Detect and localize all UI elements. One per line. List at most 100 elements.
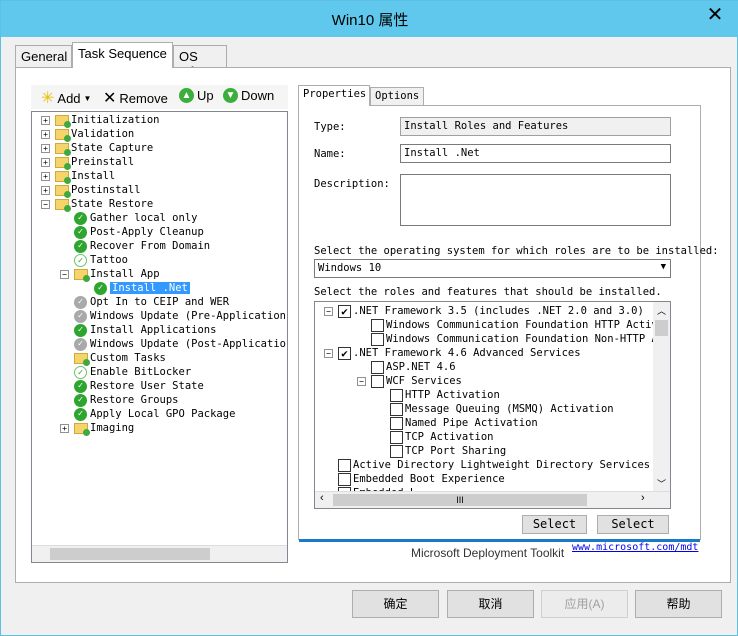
up-button[interactable]: ▲ Up: [179, 88, 214, 103]
role-checkbox[interactable]: [338, 458, 351, 472]
tree-item[interactable]: + Postinstall: [41, 183, 141, 198]
expand-icon[interactable]: +: [60, 423, 69, 433]
expand-icon[interactable]: +: [41, 129, 50, 139]
tree-item[interactable]: + State Capture: [41, 141, 154, 156]
remove-button[interactable]: ✕ Remove: [103, 88, 168, 108]
role-checkbox[interactable]: [390, 416, 403, 430]
tree-item[interactable]: − Install App: [60, 267, 160, 282]
role-checkbox[interactable]: [371, 332, 384, 346]
mdt-link[interactable]: www.microsoft.com/mdt: [572, 542, 698, 553]
scroll-thumb[interactable]: [50, 548, 210, 560]
tree-item[interactable]: ✓ Restore User State: [74, 379, 204, 393]
tree-item[interactable]: ✓ Opt In to CEIP and WER: [74, 295, 229, 309]
role-item[interactable]: TCP Port Sharing: [390, 444, 506, 458]
add-button[interactable]: ✳ Add ▼: [41, 88, 91, 108]
tree-item[interactable]: ✓ Enable BitLocker: [74, 365, 191, 379]
role-item[interactable]: HTTP Activation: [390, 388, 500, 402]
role-checkbox[interactable]: [338, 472, 351, 486]
roles-vertical-scrollbar[interactable]: ︿ ﹀: [653, 302, 670, 492]
role-item[interactable]: Windows Communication Foundation HTTP Ac…: [371, 318, 670, 332]
role-item[interactable]: − ✔ .NET Framework 4.6 Advanced Services: [324, 346, 581, 360]
name-input[interactable]: Install .Net: [400, 144, 671, 163]
collapse-icon[interactable]: −: [324, 306, 333, 316]
tree-item[interactable]: + Initialization: [41, 113, 160, 128]
role-item[interactable]: Message Queuing (MSMQ) Activation: [390, 402, 614, 416]
tree-item[interactable]: + Imaging: [60, 421, 134, 436]
arrow-down-icon: ▼: [223, 88, 238, 103]
check-icon: ✓: [74, 253, 87, 267]
expand-icon[interactable]: +: [41, 143, 50, 153]
os-select[interactable]: Windows 10 ▼: [314, 259, 671, 278]
role-checkbox[interactable]: ✔: [338, 304, 351, 318]
tree-item[interactable]: Custom Tasks: [74, 351, 166, 366]
collapse-icon[interactable]: −: [60, 269, 69, 279]
role-checkbox[interactable]: [390, 430, 403, 444]
tree-item[interactable]: + Preinstall: [41, 155, 134, 170]
role-checkbox[interactable]: ✔: [338, 346, 351, 360]
scroll-thumb[interactable]: III: [333, 494, 587, 506]
tree-item[interactable]: ✓ Windows Update (Pre-Application I: [74, 309, 287, 323]
select-none-button[interactable]: Select: [597, 515, 669, 534]
close-button[interactable]: ✕: [697, 1, 733, 29]
tree-item[interactable]: ✓ Tattoo: [74, 253, 128, 267]
role-item[interactable]: Active Directory Lightweight Directory S…: [338, 458, 650, 472]
scroll-thumb[interactable]: [655, 320, 668, 336]
tree-item-label: Tattoo: [90, 254, 128, 266]
tree-horizontal-scrollbar[interactable]: [32, 545, 287, 562]
roles-horizontal-scrollbar[interactable]: ‹ III ›: [315, 491, 670, 508]
select-all-button[interactable]: Select: [522, 515, 587, 534]
collapse-icon[interactable]: −: [357, 376, 366, 386]
collapse-icon[interactable]: −: [324, 348, 333, 358]
tree-item[interactable]: ✓ Gather local only: [74, 211, 197, 225]
role-item[interactable]: Named Pipe Activation: [390, 416, 538, 430]
tree-item[interactable]: ✓ Apply Local GPO Package: [74, 407, 235, 421]
expand-icon[interactable]: +: [41, 157, 50, 167]
tree-item-label: Install App: [90, 268, 160, 280]
disabled-check-icon: ✓: [74, 337, 87, 351]
tree-item[interactable]: ✓ Install .Net: [94, 281, 190, 295]
tab-properties[interactable]: Properties: [298, 85, 370, 106]
tree-item[interactable]: − State Restore: [41, 197, 153, 212]
role-item[interactable]: Windows Communication Foundation Non-HTT…: [371, 332, 670, 346]
role-item[interactable]: − WCF Services: [357, 374, 462, 388]
tree-item[interactable]: ✓ Install Applications: [74, 323, 216, 337]
role-checkbox[interactable]: [371, 318, 384, 332]
role-checkbox[interactable]: [371, 374, 384, 388]
tree-item[interactable]: + Validation: [41, 127, 134, 142]
os-prompt: Select the operating system for which ro…: [314, 245, 719, 257]
role-item[interactable]: TCP Activation: [390, 430, 494, 444]
tree-item-label: State Capture: [71, 142, 154, 154]
description-input[interactable]: [400, 174, 671, 226]
role-checkbox[interactable]: [390, 444, 403, 458]
tree-item-label: Install: [71, 170, 116, 182]
role-checkbox[interactable]: [390, 388, 403, 402]
tab-task-sequence[interactable]: Task Sequence: [72, 42, 173, 68]
role-item[interactable]: − ✔ .NET Framework 3.5 (includes .NET 2.0 …: [324, 304, 644, 318]
tree-item-label: Restore User State: [90, 380, 204, 392]
tab-os-info[interactable]: OS Info: [173, 45, 227, 79]
expand-icon[interactable]: +: [41, 185, 50, 195]
role-checkbox[interactable]: [390, 402, 403, 416]
tree-item[interactable]: ✓ Post-Apply Cleanup: [74, 225, 204, 239]
expand-icon[interactable]: +: [41, 115, 50, 125]
role-checkbox[interactable]: [371, 360, 384, 374]
ok-button[interactable]: 确定: [352, 590, 439, 618]
role-item[interactable]: ASP.NET 4.6: [371, 360, 456, 374]
check-icon: ✓: [74, 379, 87, 393]
chevron-down-icon: ▼: [660, 262, 666, 272]
tree-item[interactable]: ✓ Recover From Domain: [74, 239, 210, 253]
help-button[interactable]: 帮助: [635, 590, 722, 618]
roles-tree[interactable]: − ✔ .NET Framework 3.5 (includes .NET 2.0 …: [314, 301, 671, 509]
tree-item[interactable]: ✓ Restore Groups: [74, 393, 179, 407]
expand-icon[interactable]: +: [41, 171, 50, 181]
collapse-icon[interactable]: −: [41, 199, 50, 209]
tree-item[interactable]: ✓ Windows Update (Post-Application: [74, 337, 287, 351]
cancel-button[interactable]: 取消: [447, 590, 534, 618]
tree-item[interactable]: + Install: [41, 169, 116, 184]
task-sequence-tree[interactable]: + Initialization + Validation + State Capture…: [31, 111, 288, 563]
down-button[interactable]: ▼ Down: [223, 88, 274, 103]
role-item[interactable]: Embedded Boot Experience: [338, 472, 505, 486]
tab-options[interactable]: Options: [370, 87, 424, 105]
tab-general[interactable]: General: [15, 45, 72, 67]
apply-button[interactable]: 应用(A): [541, 590, 628, 618]
